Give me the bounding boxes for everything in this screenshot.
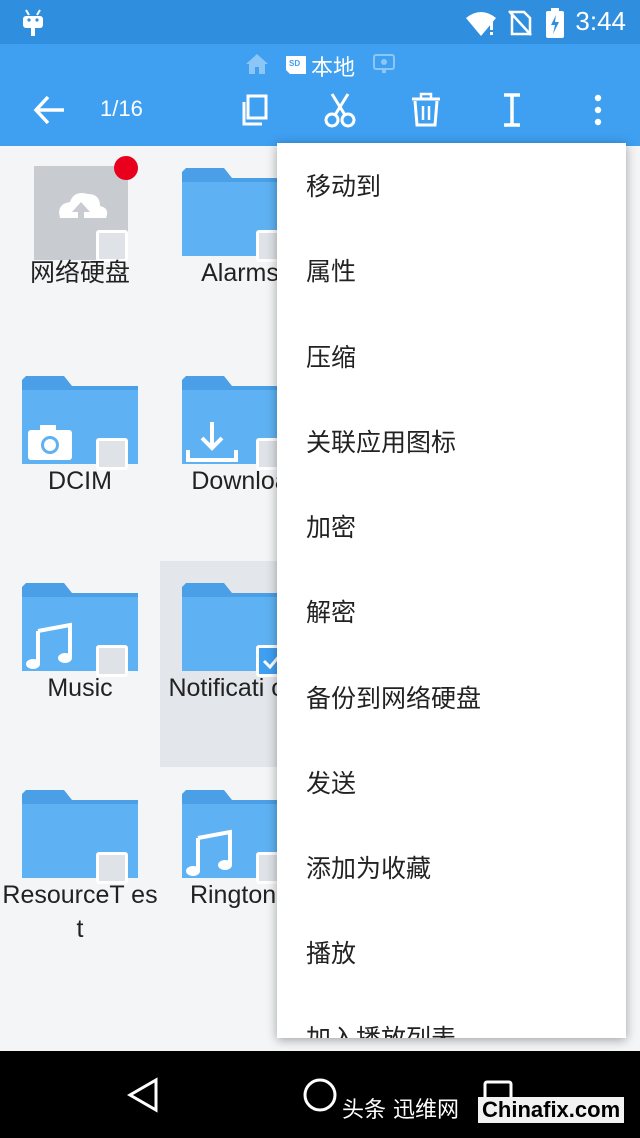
menu-item-add-favorite[interactable]: 添加为收藏 (306, 849, 431, 885)
selection-count: 1/16 (100, 96, 143, 121)
app-bar: SD 本地 1/16 (0, 44, 640, 146)
item-label: 网络硬盘 (29, 259, 130, 287)
grid-item-resourcetest[interactable]: ResourceT est (0, 768, 160, 974)
breadcrumb-current[interactable]: 本地 (311, 50, 355, 82)
menu-item-properties[interactable]: 属性 (306, 252, 356, 288)
camera-icon (28, 425, 72, 460)
nav-home-icon[interactable] (302, 1077, 338, 1113)
battery-icon (546, 8, 564, 38)
rename-icon[interactable] (492, 90, 532, 130)
home-icon[interactable] (244, 52, 270, 76)
menu-item-add-to-playlist[interactable]: 加入播放列表 (306, 1019, 456, 1038)
item-label: DCIM (48, 467, 112, 495)
menu-item-backup-to-cloud[interactable]: 备份到网络硬盘 (306, 679, 481, 715)
menu-item-send[interactable]: 发送 (306, 764, 356, 800)
watermark-text: 头条 迅维网 (342, 1098, 459, 1123)
grid-item-dcim[interactable]: DCIM (0, 354, 160, 560)
android-icon (23, 9, 43, 36)
more-vert-icon[interactable] (578, 90, 618, 130)
nav-back-icon[interactable] (126, 1077, 160, 1113)
menu-item-compress[interactable]: 压缩 (306, 338, 356, 374)
item-label: ResourceT est (2, 881, 158, 943)
overflow-menu: 移动到 属性 压缩 关联应用图标 加密 解密 备份到网络硬盘 发送 添加为收藏 … (277, 143, 626, 1038)
svg-text:SD: SD (289, 59, 300, 68)
menu-item-move-to[interactable]: 移动到 (306, 167, 381, 203)
menu-item-encrypt[interactable]: 加密 (306, 508, 356, 544)
menu-item-decrypt[interactable]: 解密 (306, 593, 356, 629)
no-sim-icon (508, 10, 532, 36)
menu-item-associate-icon[interactable]: 关联应用图标 (306, 423, 456, 459)
grid-item-music[interactable]: Music (0, 561, 160, 767)
grid-item-network-disk[interactable]: 网络硬盘 (0, 146, 160, 352)
watermark-site: Chinafix.com (478, 1097, 625, 1123)
status-bar: 3:44 (0, 0, 640, 44)
breadcrumb: SD 本地 (0, 48, 640, 81)
item-label: Music (47, 674, 113, 702)
copy-icon[interactable] (236, 90, 276, 130)
nav-bar (0, 1051, 640, 1138)
wifi-icon (466, 12, 496, 36)
delete-icon[interactable] (406, 90, 446, 130)
network-icon[interactable] (372, 52, 396, 76)
clock: 3:44 (575, 6, 626, 36)
back-arrow-icon[interactable] (30, 90, 70, 130)
sd-card-icon[interactable]: SD (284, 54, 308, 76)
notification-badge (114, 156, 138, 180)
cut-icon[interactable] (320, 90, 360, 130)
menu-item-play[interactable]: 播放 (306, 934, 356, 970)
